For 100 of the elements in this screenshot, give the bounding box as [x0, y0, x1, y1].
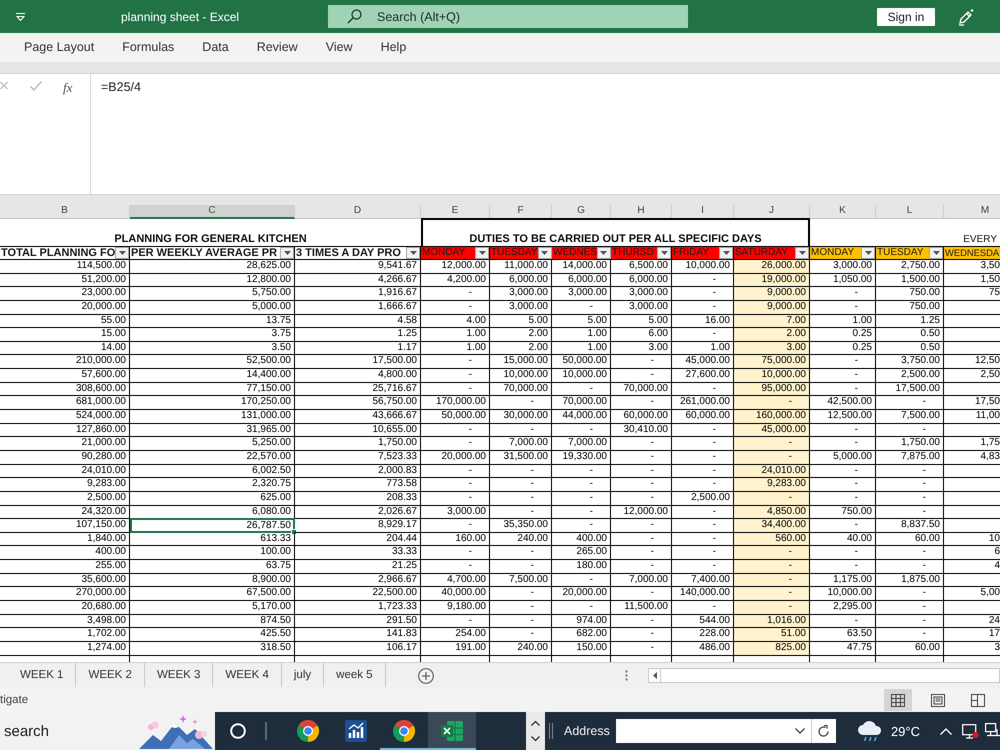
filter-dropdown-button[interactable]	[538, 247, 552, 259]
table-cell: 5,170.00	[130, 601, 295, 615]
cloud-rain-icon[interactable]	[856, 720, 884, 742]
table-cell: 2,50	[944, 369, 1000, 383]
ribbon-tab[interactable]: Page Layout	[10, 33, 108, 62]
chevron-down-icon[interactable]	[531, 736, 540, 742]
address-field[interactable]	[616, 719, 811, 743]
table-cell: 874.50	[130, 614, 295, 628]
table-cell: -	[552, 478, 611, 492]
horizontal-scrollbar[interactable]	[648, 668, 1000, 683]
network-icon[interactable]	[985, 723, 1000, 739]
table-cell: 5,750.00	[130, 287, 295, 301]
table-cell: 425.50	[130, 628, 295, 642]
column-letter[interactable]: C	[130, 205, 295, 219]
table-cell: -	[611, 519, 672, 534]
table-cell: -	[421, 424, 490, 438]
table-cell: 77,150.00	[130, 382, 295, 396]
ribbon-tab[interactable]: Formulas	[108, 33, 188, 62]
table-cell: 3,750.00	[876, 355, 944, 370]
status-message[interactable]: tigate	[0, 694, 28, 706]
search-field[interactable]: Search (Alt+Q)	[328, 5, 688, 28]
header-label: WEDNES	[553, 247, 597, 259]
column-letter[interactable]: D	[295, 205, 421, 219]
table-cell: -	[421, 287, 490, 301]
filter-dropdown-button[interactable]	[795, 247, 809, 259]
filter-dropdown-button[interactable]	[596, 247, 611, 259]
table-cell: 3,000.00	[552, 287, 611, 301]
header-label: PER WEEKLY AVERAGE PR	[131, 247, 278, 259]
refresh-button[interactable]	[810, 719, 836, 743]
table-cell: -	[552, 464, 611, 478]
column-letter[interactable]: L	[876, 205, 944, 219]
table-cell: -	[421, 546, 490, 560]
sign-in-button[interactable]: Sign in	[877, 8, 935, 26]
table-cell: 5,250.00	[130, 437, 295, 451]
filter-dropdown-button[interactable]	[280, 247, 294, 259]
column-letter[interactable]: M	[944, 205, 1000, 219]
table-cell: 107,150.00	[0, 519, 130, 534]
table-cell: -	[611, 560, 672, 574]
splitter-icon[interactable]	[625, 670, 628, 681]
table-cell: 208.33	[295, 492, 421, 506]
filter-dropdown-button[interactable]	[719, 247, 733, 259]
table-cell: 2,295.00	[810, 601, 876, 615]
scroll-left-icon[interactable]	[652, 672, 656, 679]
filter-dropdown-button[interactable]	[115, 247, 130, 259]
header-label: WEDNESDA	[945, 247, 1000, 259]
column-letter[interactable]: J	[734, 205, 810, 219]
table-cell: 240.00	[490, 532, 552, 546]
check-icon[interactable]	[30, 81, 42, 91]
page-break-icon	[971, 694, 985, 706]
column-letter[interactable]: H	[611, 205, 672, 219]
filter-dropdown-button[interactable]	[475, 247, 489, 259]
customize-toolbar-icon[interactable]	[16, 12, 25, 20]
table-cell: -	[552, 382, 611, 396]
table-cell: -	[552, 574, 611, 588]
table-cell: 1,750.00	[876, 437, 944, 451]
column-letter[interactable]: K	[810, 205, 876, 219]
screen-icon[interactable]	[962, 723, 979, 739]
filter-dropdown-button[interactable]	[861, 247, 875, 259]
table-cell: 6,000.00	[611, 274, 672, 288]
table-cell: 4,200.00	[421, 274, 490, 288]
dropdown-caret-icon[interactable]	[794, 728, 805, 734]
table-cell: 210,000.00	[0, 355, 130, 370]
table-cell: 6,002.50	[130, 464, 295, 478]
insert-function-button[interactable]: fx	[63, 81, 72, 95]
column-letter[interactable]: E	[421, 205, 490, 219]
table-cell: -	[421, 614, 490, 628]
table-cell: -	[876, 396, 944, 410]
ribbon-tab[interactable]: View	[312, 33, 367, 62]
column-letter[interactable]: B	[0, 205, 130, 219]
table-cell: -	[810, 519, 876, 534]
temperature-label[interactable]: 29°C	[890, 724, 920, 738]
table-cell: 318.50	[130, 642, 295, 656]
table-cell: -	[734, 574, 810, 588]
filter-dropdown-button[interactable]	[929, 247, 943, 259]
table-cell: 9,283.00	[734, 478, 810, 492]
column-letter[interactable]: F	[490, 205, 552, 219]
ribbon-tab[interactable]: Help	[366, 33, 420, 62]
caret-icon	[932, 251, 940, 255]
column-letter[interactable]: G	[552, 205, 611, 219]
ribbon-tab[interactable]: Data	[188, 33, 243, 62]
table-cell: -	[490, 560, 552, 574]
pen-icon[interactable]	[957, 8, 975, 26]
table-cell: 4,266.67	[295, 274, 421, 288]
formula-field[interactable]: =B25/4	[91, 74, 1000, 194]
table-cell: 3,000.00	[810, 260, 876, 274]
section-title: PLANNING FOR GENERAL KITCHEN	[114, 233, 307, 246]
table-cell: -	[876, 478, 944, 492]
chevron-up-icon[interactable]	[531, 720, 540, 726]
table-cell: 22,500.00	[295, 587, 421, 602]
filter-dropdown-button[interactable]	[406, 247, 420, 259]
column-letter[interactable]: I	[672, 205, 734, 219]
ribbon-tab[interactable]: Review	[242, 33, 312, 62]
table-cell: 8,900.00	[130, 574, 295, 588]
table-cell: 15.00	[0, 328, 130, 342]
table-cell: 57,600.00	[0, 369, 130, 383]
grip-icon[interactable]	[549, 723, 553, 739]
filter-dropdown-button[interactable]	[657, 247, 671, 259]
view-button[interactable]	[884, 689, 912, 711]
table-cell: 825.00	[734, 642, 810, 656]
table-cell: -	[876, 628, 944, 642]
